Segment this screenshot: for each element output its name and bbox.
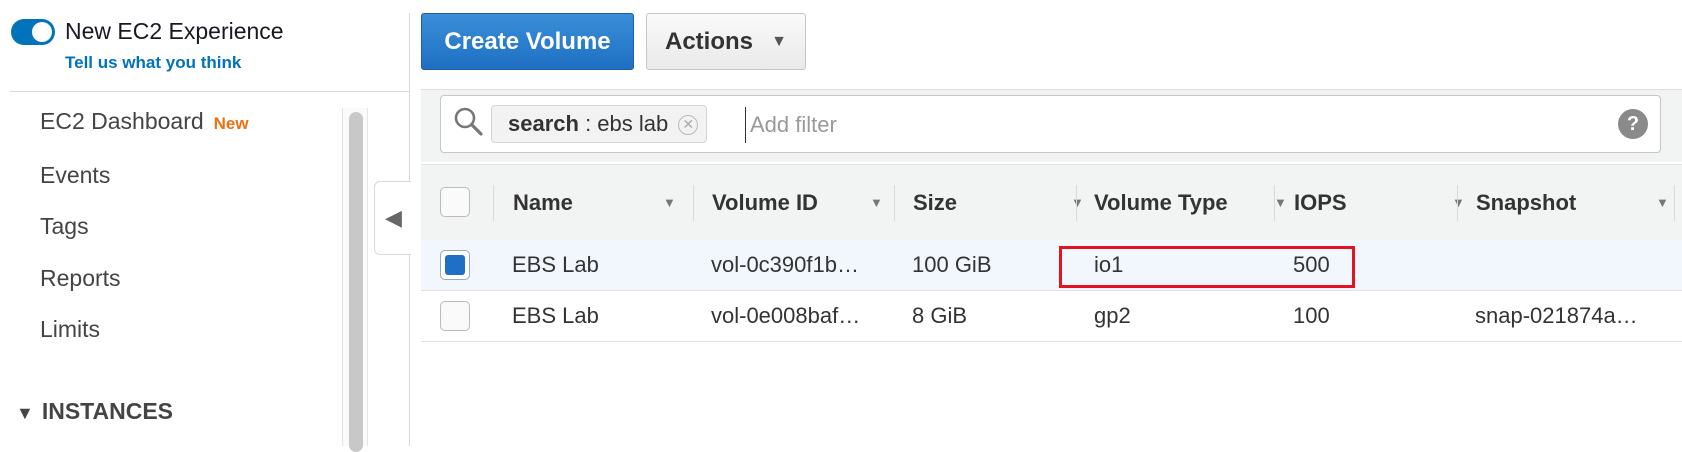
- column-header-iops[interactable]: IOPS ▼: [1294, 165, 1465, 240]
- remove-filter-icon[interactable]: ✕: [678, 115, 699, 135]
- toggle-knob: [32, 22, 52, 42]
- section-label: INSTANCES: [41, 398, 174, 424]
- row-checkbox[interactable]: [440, 301, 470, 331]
- new-badge: New: [213, 114, 249, 133]
- column-label: Size: [913, 190, 958, 215]
- column-label: Name: [513, 190, 573, 215]
- column-separator: [693, 185, 694, 221]
- sort-caret-icon: ▼: [1656, 195, 1669, 210]
- column-separator: [1076, 185, 1077, 221]
- add-filter-input[interactable]: [745, 107, 1552, 143]
- cell-name: EBS Lab: [512, 303, 599, 328]
- column-separator: [1674, 185, 1675, 221]
- column-label: Snapshot: [1476, 190, 1577, 215]
- cell-size: 8 GiB: [912, 303, 968, 328]
- sort-caret-icon: ▼: [1274, 195, 1287, 210]
- help-icon[interactable]: ?: [1618, 109, 1648, 139]
- column-header-volume-id[interactable]: Volume ID ▼: [712, 165, 883, 240]
- sort-caret-icon: ▼: [870, 195, 883, 210]
- sidebar-scrollbar[interactable]: [342, 108, 368, 452]
- collapse-sidebar-button[interactable]: ◀: [374, 181, 411, 255]
- sidebar-item-reports[interactable]: Reports: [40, 265, 121, 292]
- sort-caret-icon: ▼: [663, 195, 676, 210]
- cell-iops: 100: [1293, 303, 1330, 328]
- table-row[interactable]: EBS Lab vol-0e008baf… 8 GiB gp2 100 snap…: [421, 291, 1682, 342]
- token-key: search: [508, 111, 579, 136]
- new-experience-toggle[interactable]: [11, 19, 55, 45]
- cell-volume-id: vol-0c390f1b…: [711, 252, 859, 277]
- column-label: IOPS: [1294, 190, 1347, 215]
- token-value: ebs lab: [597, 111, 669, 136]
- row-checkbox[interactable]: [440, 250, 470, 280]
- sort-caret-icon: ▼: [1071, 195, 1084, 210]
- sidebar-item-tags[interactable]: Tags: [40, 213, 89, 240]
- column-label: Volume ID: [712, 190, 818, 215]
- column-header-volume-type[interactable]: Volume Type ▼: [1094, 165, 1287, 240]
- column-separator: [493, 185, 494, 221]
- sidebar-item-limits[interactable]: Limits: [40, 316, 100, 343]
- new-experience-title: New EC2 Experience: [65, 18, 284, 44]
- search-icon: [454, 107, 483, 136]
- cell-volume-type: gp2: [1094, 303, 1131, 328]
- cell-size: 100 GiB: [912, 252, 992, 277]
- actions-button[interactable]: Actions ▼: [646, 13, 806, 70]
- column-label: Volume Type: [1094, 190, 1228, 215]
- table-header: Name ▼ Volume ID ▼ Size ▼ Volume Type ▼ IOPS…: [421, 164, 1682, 241]
- sidebar-section-instances[interactable]: ▼ INSTANCES: [16, 398, 173, 425]
- chevron-left-icon: ◀: [385, 205, 402, 230]
- triangle-down-icon: ▼: [16, 403, 34, 423]
- sidebar-divider-rule: [10, 91, 410, 92]
- table-row[interactable]: EBS Lab vol-0c390f1b… 100 GiB io1 500: [421, 240, 1682, 291]
- column-header-size[interactable]: Size ▼: [913, 165, 1084, 240]
- sidebar: New EC2 Experience Tell us what you thin…: [0, 0, 410, 452]
- column-header-name[interactable]: Name ▼: [513, 165, 679, 240]
- chevron-down-icon: ▼: [771, 33, 787, 50]
- create-volume-button[interactable]: Create Volume: [421, 13, 634, 70]
- filter-box[interactable]: search : ebs lab ✕ ?: [440, 95, 1661, 153]
- column-header-snapshot[interactable]: Snapshot ▼: [1476, 165, 1676, 240]
- select-all-checkbox[interactable]: [440, 187, 470, 217]
- cell-name: EBS Lab: [512, 252, 599, 277]
- column-separator: [1457, 185, 1458, 221]
- column-separator: [1274, 185, 1275, 221]
- column-separator: [894, 185, 895, 221]
- scrollbar-thumb[interactable]: [349, 112, 363, 452]
- cell-volume-id: vol-0e008baf…: [711, 303, 861, 328]
- actions-label: Actions: [665, 28, 754, 55]
- sort-caret-icon: ▼: [1452, 195, 1465, 210]
- sidebar-item-events[interactable]: Events: [40, 162, 110, 189]
- sidebar-item-ec2-dashboard[interactable]: EC2 Dashboard New: [40, 108, 249, 135]
- sidebar-item-label: EC2 Dashboard: [40, 108, 204, 134]
- annotation-highlight-box: [1059, 246, 1355, 288]
- token-separator: :: [578, 111, 598, 136]
- filter-token[interactable]: search : ebs lab ✕: [491, 105, 708, 143]
- feedback-link[interactable]: Tell us what you think: [65, 53, 241, 73]
- cell-snapshot: snap-021874a…: [1475, 303, 1638, 328]
